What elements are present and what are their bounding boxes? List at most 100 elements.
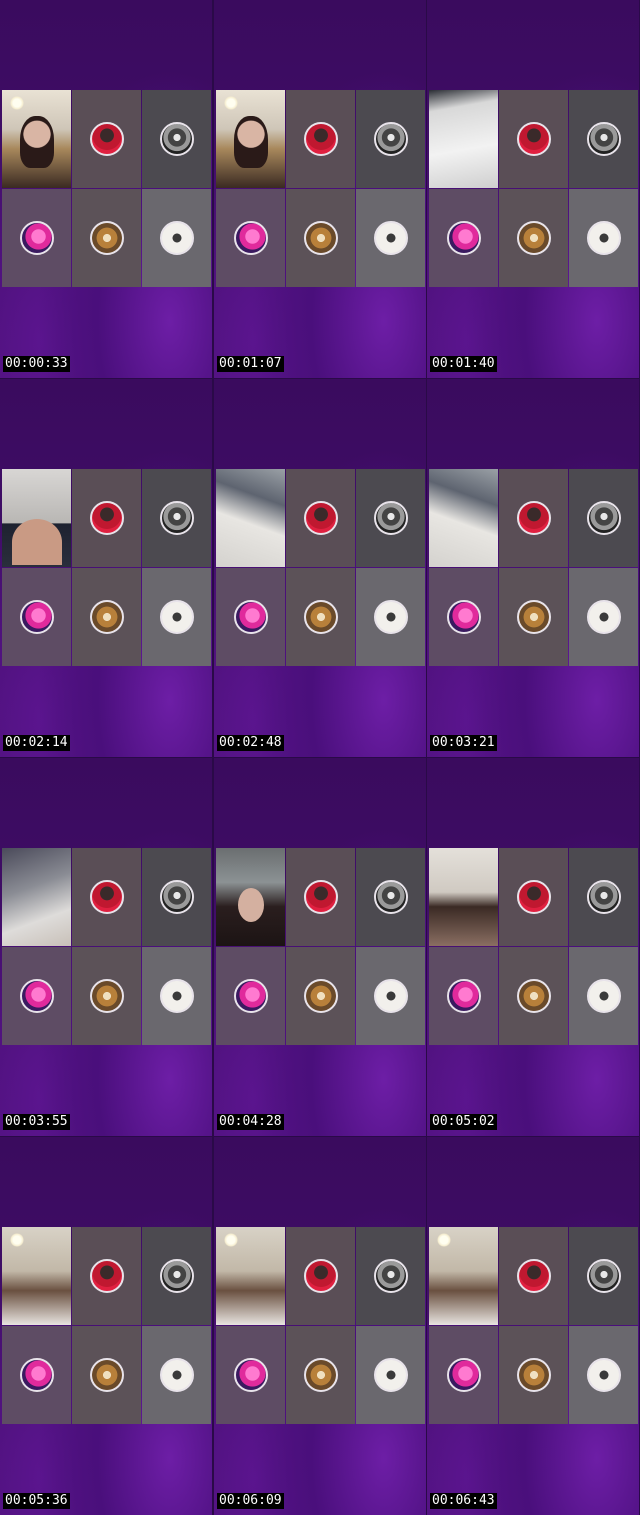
timestamp-label: 00:05:02: [430, 1114, 497, 1130]
participant-tile: [142, 1326, 211, 1424]
dog-avatar: [303, 979, 338, 1013]
video-frame: 00:00:33: [0, 0, 212, 378]
participant-tile: [356, 1227, 425, 1325]
participant-grid: [2, 469, 211, 667]
participant-tile: [429, 947, 498, 1045]
pink-avatar: [233, 979, 268, 1013]
participant-tile: [569, 469, 638, 567]
participant-tile: [216, 189, 285, 287]
pink-avatar: [446, 979, 481, 1013]
camera-feed: [2, 1227, 71, 1325]
timestamp-label: 00:01:07: [217, 356, 284, 372]
participant-tile: [499, 1326, 568, 1424]
participant-tile: [286, 1227, 355, 1325]
room-avatar: [373, 600, 408, 634]
participant-tile: [356, 469, 425, 567]
participant-tile: [2, 947, 71, 1045]
participant-tile: [2, 1326, 71, 1424]
bw-portrait-avatar: [159, 501, 194, 535]
participant-tile: [499, 469, 568, 567]
room-avatar: [159, 1358, 194, 1392]
participant-tile: [286, 189, 355, 287]
red-portrait-avatar: [516, 122, 551, 156]
timestamp-label: 00:01:40: [430, 356, 497, 372]
participant-tile: [72, 189, 141, 287]
red-portrait-avatar: [89, 501, 124, 535]
participant-tile: [356, 90, 425, 188]
room-avatar: [586, 600, 621, 634]
camera-feed: [216, 1227, 285, 1325]
participant-tile: [72, 469, 141, 567]
participant-tile: [356, 1326, 425, 1424]
video-frame: 00:06:43: [427, 1137, 639, 1515]
participant-grid: [429, 469, 638, 667]
participant-tile: [142, 848, 211, 946]
camera-feed: [429, 90, 498, 188]
participant-tile: [142, 568, 211, 666]
participant-tile: [142, 189, 211, 287]
video-frame: 00:03:21: [427, 379, 639, 757]
dog-avatar: [516, 1358, 551, 1392]
ceiling-lamp: [10, 96, 24, 110]
participant-tile: [286, 568, 355, 666]
participant-grid: [216, 1227, 425, 1425]
participant-tile: [286, 469, 355, 567]
pink-avatar: [446, 221, 481, 255]
ceiling-lamp: [10, 1233, 24, 1247]
participant-tile: [2, 189, 71, 287]
participant-tile: [356, 947, 425, 1045]
participant-grid: [429, 90, 638, 288]
ceiling-lamp: [224, 96, 238, 110]
bw-portrait-avatar: [373, 880, 408, 914]
participant-tile: [142, 469, 211, 567]
red-portrait-avatar: [89, 1259, 124, 1293]
participant-tile: [286, 90, 355, 188]
camera-tile: [216, 90, 285, 188]
participant-tile: [499, 568, 568, 666]
bw-portrait-avatar: [159, 1259, 194, 1293]
participant-tile: [286, 947, 355, 1045]
pink-avatar: [19, 1358, 54, 1392]
participant-tile: [72, 90, 141, 188]
participant-tile: [429, 1326, 498, 1424]
dog-avatar: [303, 1358, 338, 1392]
participant-grid: [216, 469, 425, 667]
contact-sheet: 00:00:33 00:01:07 00:01:40 00:02:14 00:02:48…: [0, 0, 640, 1515]
pink-avatar: [446, 600, 481, 634]
red-portrait-avatar: [303, 122, 338, 156]
bw-portrait-avatar: [586, 1259, 621, 1293]
pink-avatar: [233, 600, 268, 634]
dog-avatar: [303, 221, 338, 255]
dog-avatar: [89, 221, 124, 255]
participant-grid: [429, 848, 638, 1046]
participant-tile: [499, 189, 568, 287]
participant-tile: [216, 947, 285, 1045]
participant-tile: [72, 568, 141, 666]
participant-tile: [72, 1227, 141, 1325]
bw-portrait-avatar: [373, 501, 408, 535]
participant-tile: [569, 90, 638, 188]
camera-tile: [2, 848, 71, 946]
participant-grid: [2, 848, 211, 1046]
dog-avatar: [516, 979, 551, 1013]
camera-tile: [429, 90, 498, 188]
red-portrait-avatar: [303, 880, 338, 914]
red-portrait-avatar: [89, 880, 124, 914]
camera-tile: [216, 848, 285, 946]
camera-feed: [216, 469, 285, 567]
camera-tile: [2, 90, 71, 188]
bw-portrait-avatar: [373, 122, 408, 156]
participant-tile: [569, 1227, 638, 1325]
participant-grid: [216, 90, 425, 288]
room-avatar: [373, 1358, 408, 1392]
red-portrait-avatar: [516, 1259, 551, 1293]
dog-avatar: [89, 600, 124, 634]
bw-portrait-avatar: [586, 880, 621, 914]
timestamp-label: 00:05:36: [3, 1493, 70, 1509]
participant-tile: [569, 568, 638, 666]
participant-tile: [72, 848, 141, 946]
room-avatar: [586, 221, 621, 255]
participant-tile: [286, 848, 355, 946]
room-avatar: [159, 600, 194, 634]
participant-grid: [2, 90, 211, 288]
